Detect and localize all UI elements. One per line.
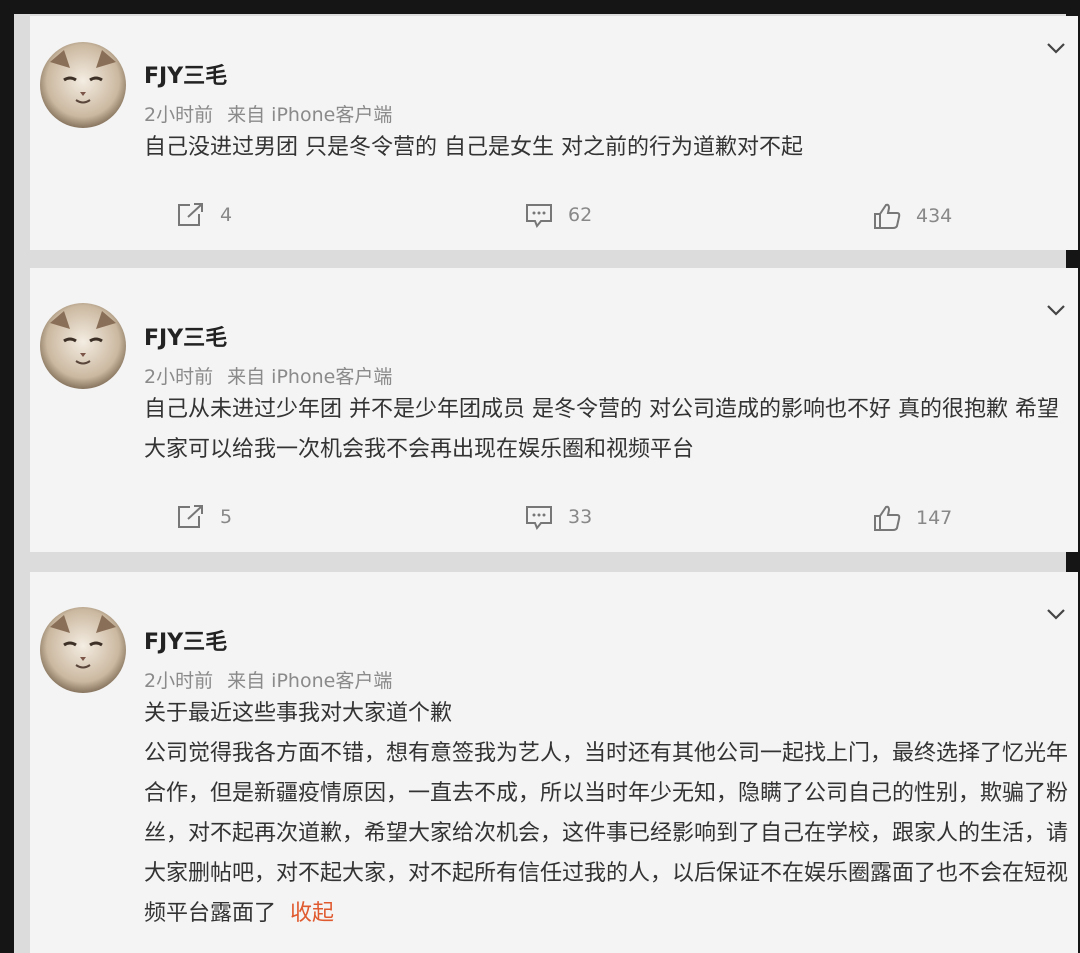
post-text: 自己从未进过少年团 并不是少年团成员 是冬令营的 对公司造成的影响也不好 真的很… — [144, 397, 1059, 462]
post-meta: 2小时前 来自 iPhone客户端 — [144, 666, 400, 693]
avatar[interactable] — [40, 303, 126, 389]
comment-icon — [526, 506, 552, 530]
post-time: 2小时前 — [144, 104, 214, 126]
chevron-down-icon[interactable] — [1042, 34, 1070, 62]
post-card: FJY三毛 2小时前 来自 iPhone客户端 关于最近这些事我对大家道个歉 公… — [30, 572, 1078, 953]
username[interactable]: FJY三毛 — [144, 58, 227, 90]
post-card: FJY三毛 2小时前 来自 iPhone客户端 自己从未进过少年团 并不是少年团… — [30, 268, 1078, 552]
post-card: FJY三毛 2小时前 来自 iPhone客户端 自己没进过男团 只是冬令营的 自… — [30, 16, 1078, 250]
avatar[interactable] — [40, 42, 126, 128]
post-source: 来自 iPhone客户端 — [227, 366, 393, 388]
comment-count: 62 — [568, 204, 593, 226]
post-source: 来自 iPhone客户端 — [227, 104, 393, 126]
share-button[interactable]: 4 — [176, 202, 232, 228]
share-icon — [178, 203, 203, 226]
post-time: 2小时前 — [144, 670, 214, 692]
post-content: 关于最近这些事我对大家道个歉 公司觉得我各方面不错，想有意签我为艺人，当时还有其… — [144, 694, 1074, 934]
comment-button[interactable]: 33 — [524, 504, 592, 530]
post-time: 2小时前 — [144, 366, 214, 388]
post-content: 自己没进过男团 只是冬令营的 自己是女生 对之前的行为道歉对不起 — [144, 128, 1074, 168]
cat-avatar-icon — [40, 42, 126, 128]
like-count: 434 — [916, 205, 953, 227]
like-icon — [874, 505, 901, 531]
screenshot-frame: FJY三毛 2小时前 来自 iPhone客户端 自己没进过男团 只是冬令营的 自… — [0, 0, 1080, 953]
like-count: 147 — [916, 507, 953, 529]
chevron-down-icon[interactable] — [1042, 600, 1070, 628]
avatar[interactable] — [40, 607, 126, 693]
collapse-link[interactable]: 收起 — [290, 901, 334, 926]
like-button[interactable]: 147 — [872, 504, 952, 532]
like-icon — [874, 203, 901, 229]
comment-icon — [526, 204, 552, 228]
post-meta: 2小时前 来自 iPhone客户端 — [144, 100, 400, 127]
post-content: 自己从未进过少年团 并不是少年团成员 是冬令营的 对公司造成的影响也不好 真的很… — [144, 390, 1074, 470]
post-text-heading: 关于最近这些事我对大家道个歉 — [144, 701, 453, 726]
comment-button[interactable]: 62 — [524, 202, 592, 228]
post-text: 公司觉得我各方面不错，想有意签我为艺人，当时还有其他公司一起找上门，最终选择了忆… — [144, 741, 1069, 926]
share-count: 5 — [220, 506, 233, 528]
chevron-down-icon[interactable] — [1042, 296, 1070, 324]
post-source: 来自 iPhone客户端 — [227, 670, 393, 692]
share-count: 4 — [220, 204, 233, 226]
like-button[interactable]: 434 — [872, 202, 952, 230]
cat-avatar-icon — [40, 607, 126, 693]
post-text: 自己没进过男团 只是冬令营的 自己是女生 对之前的行为道歉对不起 — [144, 135, 803, 160]
username[interactable]: FJY三毛 — [144, 320, 227, 352]
comment-count: 33 — [568, 506, 593, 528]
share-button[interactable]: 5 — [176, 504, 232, 530]
username[interactable]: FJY三毛 — [144, 624, 227, 656]
share-icon — [178, 505, 203, 528]
post-meta: 2小时前 来自 iPhone客户端 — [144, 362, 400, 389]
cat-avatar-icon — [40, 303, 126, 389]
post-text-body: 公司觉得我各方面不错，想有意签我为艺人，当时还有其他公司一起找上门，最终选择了忆… — [144, 734, 1074, 934]
